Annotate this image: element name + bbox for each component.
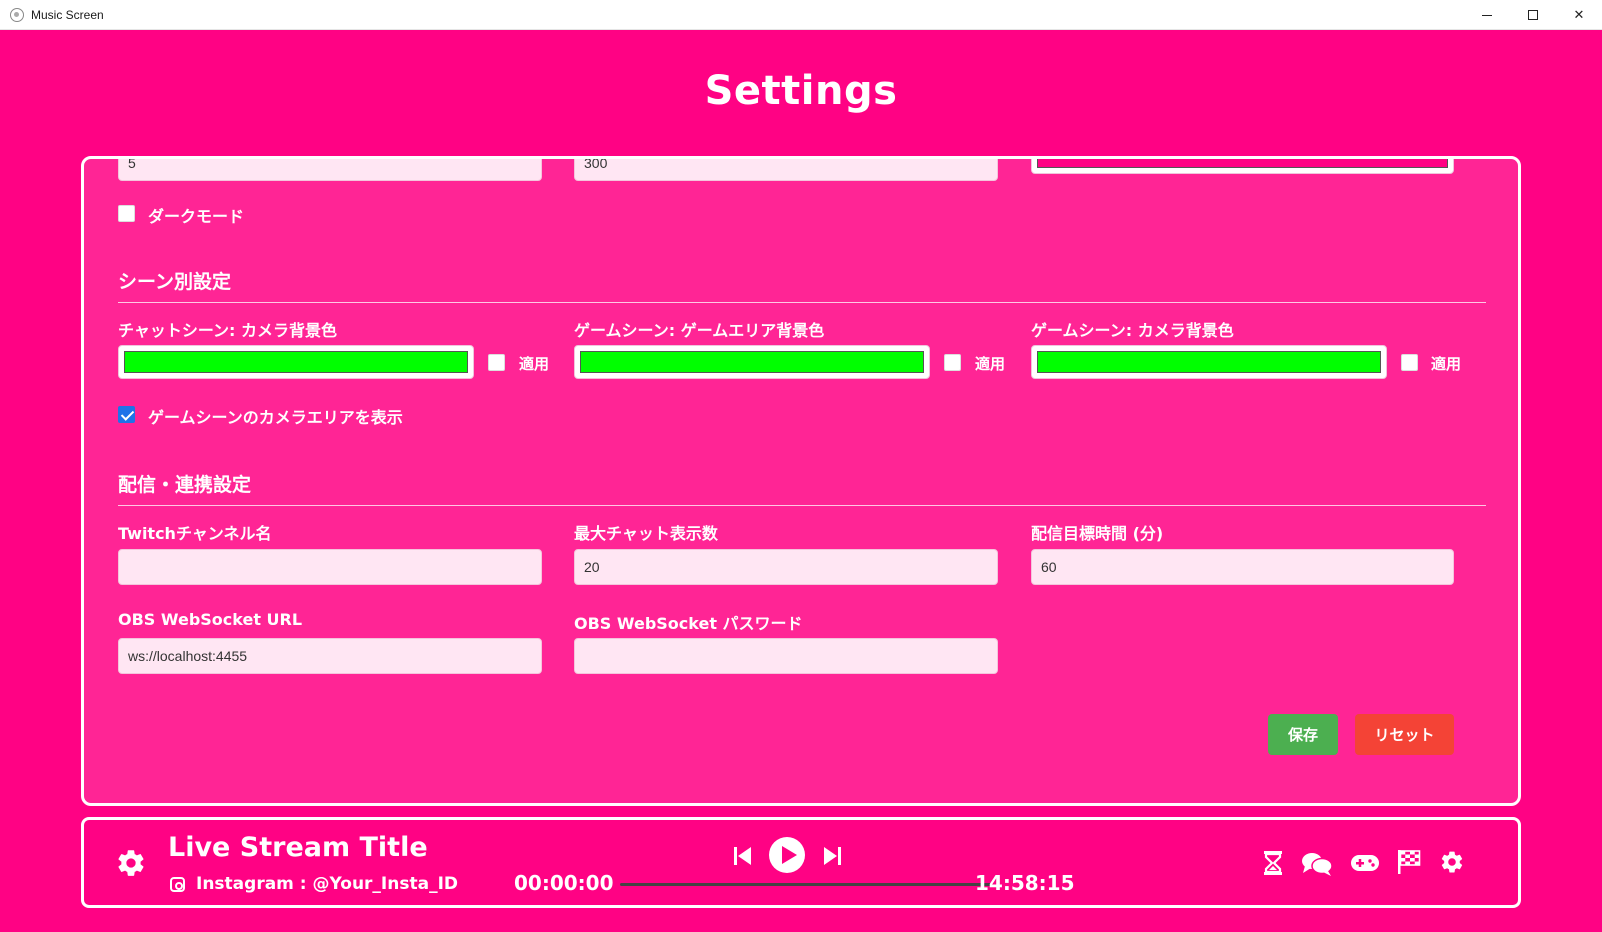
player-bar: Live Stream Title Instagram : @Your_Inst… <box>81 817 1521 908</box>
minimize-button[interactable] <box>1464 0 1510 30</box>
dark-mode-label: ダークモード <box>148 207 245 226</box>
instagram-handle: Instagram : @Your_Insta_ID <box>196 874 459 894</box>
apply-label: 適用 <box>975 355 1006 373</box>
chat-camera-apply-checkbox[interactable] <box>488 354 505 371</box>
game-camera-apply-checkbox[interactable] <box>1401 354 1418 371</box>
max-chat-label: 最大チャット表示数 <box>574 524 718 543</box>
settings-icon[interactable] <box>1439 849 1465 879</box>
checkered-flag-icon[interactable] <box>1397 849 1421 879</box>
elapsed-time: 00:00:00 <box>514 871 614 895</box>
obs-password-input[interactable] <box>574 638 998 674</box>
apply-label: 適用 <box>1431 355 1462 373</box>
play-icon[interactable] <box>768 836 806 878</box>
app-icon <box>10 7 24 22</box>
close-button[interactable]: ✕ <box>1556 0 1602 30</box>
top-input-2[interactable] <box>574 159 998 181</box>
settings-icon[interactable] <box>115 847 147 883</box>
save-button[interactable]: 保存 <box>1268 714 1338 755</box>
minimize-icon <box>1482 14 1492 16</box>
color-swatch <box>124 351 468 373</box>
window-title: Music Screen <box>31 7 104 22</box>
gamepad-icon[interactable] <box>1350 853 1380 877</box>
obs-url-input[interactable] <box>118 638 542 674</box>
reset-button[interactable]: リセット <box>1355 714 1454 755</box>
chat-icon[interactable] <box>1301 851 1333 881</box>
maximize-icon <box>1528 10 1538 20</box>
color-swatch <box>580 351 924 373</box>
chat-camera-bg-color[interactable] <box>118 345 474 379</box>
show-camera-area-checkbox[interactable] <box>118 406 135 423</box>
progress-bar[interactable] <box>620 883 991 886</box>
window-titlebar: Music Screen ✕ <box>0 0 1602 30</box>
page-title: Settings <box>704 68 898 114</box>
game-area-bg-color[interactable] <box>574 345 930 379</box>
chat-camera-bg-label: チャットシーン: カメラ背景色 <box>118 321 338 340</box>
close-icon: ✕ <box>1573 7 1585 23</box>
top-input-1[interactable] <box>118 159 542 181</box>
instagram-icon <box>170 877 185 892</box>
obs-url-label: OBS WebSocket URL <box>118 610 303 629</box>
target-time-label: 配信目標時間 (分) <box>1031 524 1164 543</box>
hourglass-icon[interactable] <box>1263 850 1283 880</box>
game-area-bg-label: ゲームシーン: ゲームエリア背景色 <box>574 321 825 340</box>
section-divider <box>118 505 1486 506</box>
apply-label: 適用 <box>519 355 550 373</box>
stream-section-title: 配信・連携設定 <box>118 474 252 496</box>
game-area-apply-checkbox[interactable] <box>944 354 961 371</box>
game-camera-bg-label: ゲームシーン: カメラ背景色 <box>1031 321 1234 340</box>
settings-panel[interactable]: ダークモード シーン別設定 チャットシーン: カメラ背景色 適用 ゲームシーン:… <box>81 156 1521 806</box>
previous-icon[interactable] <box>733 845 753 871</box>
stream-title: Live Stream Title <box>168 832 428 863</box>
scene-section-title: シーン別設定 <box>118 271 232 293</box>
max-chat-input[interactable] <box>574 549 998 585</box>
top-color-picker[interactable] <box>1031 159 1454 174</box>
obs-password-label: OBS WebSocket パスワード <box>574 614 803 633</box>
twitch-channel-label: Twitchチャンネル名 <box>118 524 272 543</box>
remaining-time: 14:58:15 <box>975 871 1075 895</box>
window-controls: ✕ <box>1464 0 1602 30</box>
maximize-button[interactable] <box>1510 0 1556 30</box>
game-camera-bg-color[interactable] <box>1031 345 1387 379</box>
top-color-swatch <box>1037 159 1448 168</box>
twitch-channel-input[interactable] <box>118 549 542 585</box>
show-camera-area-label: ゲームシーンのカメラエリアを表示 <box>148 408 403 427</box>
dark-mode-checkbox[interactable] <box>118 205 135 222</box>
color-swatch <box>1037 351 1381 373</box>
section-divider <box>118 302 1486 303</box>
next-icon[interactable] <box>822 845 842 871</box>
settings-content: ダークモード シーン別設定 チャットシーン: カメラ背景色 適用 ゲームシーン:… <box>118 159 1486 803</box>
target-time-input[interactable] <box>1031 549 1454 585</box>
